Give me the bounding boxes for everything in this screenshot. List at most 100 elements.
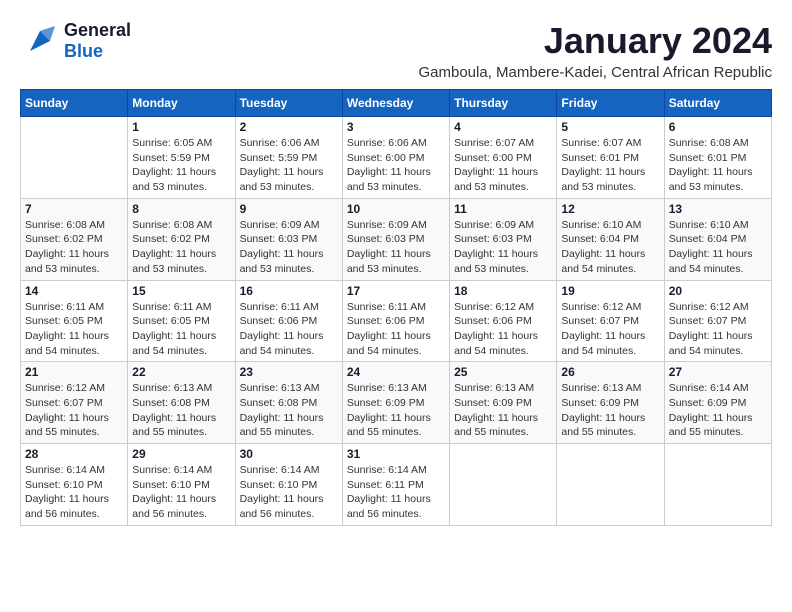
logo-text-general: General bbox=[64, 20, 131, 41]
calendar-cell: 25 Sunrise: 6:13 AMSunset: 6:09 PMDayligh… bbox=[450, 362, 557, 444]
day-info: Sunrise: 6:12 AMSunset: 6:06 PMDaylight:… bbox=[454, 300, 552, 359]
day-number: 30 bbox=[240, 447, 338, 461]
calendar-cell: 26 Sunrise: 6:13 AMSunset: 6:09 PMDayligh… bbox=[557, 362, 664, 444]
calendar-cell: 27 Sunrise: 6:14 AMSunset: 6:09 PMDayligh… bbox=[664, 362, 771, 444]
day-info: Sunrise: 6:11 AMSunset: 6:06 PMDaylight:… bbox=[240, 300, 338, 359]
calendar-cell: 11Sunrise: 6:09 AMSunset: 6:03 PMDayligh… bbox=[450, 198, 557, 280]
calendar-cell: 4 Sunrise: 6:07 AMSunset: 6:00 PMDaylight… bbox=[450, 117, 557, 199]
day-info: Sunrise: 6:14 AMSunset: 6:09 PMDaylight:… bbox=[669, 381, 767, 440]
day-number: 21 bbox=[25, 365, 123, 379]
day-header-tuesday: Tuesday bbox=[235, 90, 342, 117]
calendar-cell: 21 Sunrise: 6:12 AMSunset: 6:07 PMDayligh… bbox=[21, 362, 128, 444]
calendar-week-row: 21 Sunrise: 6:12 AMSunset: 6:07 PMDayligh… bbox=[21, 362, 772, 444]
calendar-cell: 9Sunrise: 6:09 AMSunset: 6:03 PMDaylight… bbox=[235, 198, 342, 280]
day-info: Sunrise: 6:13 AMSunset: 6:08 PMDaylight:… bbox=[240, 381, 338, 440]
calendar-cell bbox=[21, 117, 128, 199]
day-info: Sunrise: 6:05 AMSunset: 5:59 PMDaylight:… bbox=[132, 136, 230, 195]
day-info: Sunrise: 6:14 AMSunset: 6:11 PMDaylight:… bbox=[347, 463, 445, 522]
day-info: Sunrise: 6:07 AMSunset: 6:00 PMDaylight:… bbox=[454, 136, 552, 195]
calendar-cell: 24Sunrise: 6:13 AMSunset: 6:09 PMDayligh… bbox=[342, 362, 449, 444]
calendar-cell: 6 Sunrise: 6:08 AMSunset: 6:01 PMDaylight… bbox=[664, 117, 771, 199]
day-info: Sunrise: 6:11 AMSunset: 6:05 PMDaylight:… bbox=[132, 300, 230, 359]
calendar-cell: 5Sunrise: 6:07 AMSunset: 6:01 PMDaylight… bbox=[557, 117, 664, 199]
day-number: 27 bbox=[669, 365, 767, 379]
day-info: Sunrise: 6:13 AMSunset: 6:08 PMDaylight:… bbox=[132, 381, 230, 440]
calendar-body: 1 Sunrise: 6:05 AMSunset: 5:59 PMDaylight… bbox=[21, 117, 772, 526]
day-number: 12 bbox=[561, 202, 659, 216]
calendar-cell: 10 Sunrise: 6:09 AMSunset: 6:03 PMDayligh… bbox=[342, 198, 449, 280]
day-number: 24 bbox=[347, 365, 445, 379]
day-info: Sunrise: 6:10 AMSunset: 6:04 PMDaylight:… bbox=[561, 218, 659, 277]
calendar-cell: 19 Sunrise: 6:12 AMSunset: 6:07 PMDayligh… bbox=[557, 280, 664, 362]
day-number: 28 bbox=[25, 447, 123, 461]
day-info: Sunrise: 6:10 AMSunset: 6:04 PMDaylight:… bbox=[669, 218, 767, 277]
day-number: 19 bbox=[561, 284, 659, 298]
day-number: 20 bbox=[669, 284, 767, 298]
day-info: Sunrise: 6:12 AMSunset: 6:07 PMDaylight:… bbox=[561, 300, 659, 359]
day-info: Sunrise: 6:08 AMSunset: 6:02 PMDaylight:… bbox=[132, 218, 230, 277]
calendar-week-row: 7 Sunrise: 6:08 AMSunset: 6:02 PMDaylight… bbox=[21, 198, 772, 280]
logo: General Blue bbox=[20, 20, 131, 62]
calendar-cell: 29 Sunrise: 6:14 AMSunset: 6:10 PMDayligh… bbox=[128, 444, 235, 526]
day-number: 26 bbox=[561, 365, 659, 379]
logo-bird-icon bbox=[20, 21, 60, 61]
day-number: 11 bbox=[454, 202, 552, 216]
day-number: 7 bbox=[25, 202, 123, 216]
calendar-cell: 18Sunrise: 6:12 AMSunset: 6:06 PMDayligh… bbox=[450, 280, 557, 362]
day-number: 3 bbox=[347, 120, 445, 134]
day-info: Sunrise: 6:14 AMSunset: 6:10 PMDaylight:… bbox=[25, 463, 123, 522]
calendar-cell bbox=[664, 444, 771, 526]
day-number: 16 bbox=[240, 284, 338, 298]
day-number: 22 bbox=[132, 365, 230, 379]
day-number: 5 bbox=[561, 120, 659, 134]
day-number: 1 bbox=[132, 120, 230, 134]
day-number: 13 bbox=[669, 202, 767, 216]
logo-text-blue: Blue bbox=[64, 41, 131, 62]
day-info: Sunrise: 6:12 AMSunset: 6:07 PMDaylight:… bbox=[25, 381, 123, 440]
calendar-cell: 30Sunrise: 6:14 AMSunset: 6:10 PMDayligh… bbox=[235, 444, 342, 526]
day-info: Sunrise: 6:13 AMSunset: 6:09 PMDaylight:… bbox=[454, 381, 552, 440]
calendar-cell: 16 Sunrise: 6:11 AMSunset: 6:06 PMDayligh… bbox=[235, 280, 342, 362]
day-info: Sunrise: 6:13 AMSunset: 6:09 PMDaylight:… bbox=[561, 381, 659, 440]
day-number: 4 bbox=[454, 120, 552, 134]
calendar-cell bbox=[557, 444, 664, 526]
day-header-monday: Monday bbox=[128, 90, 235, 117]
day-number: 9 bbox=[240, 202, 338, 216]
day-header-saturday: Saturday bbox=[664, 90, 771, 117]
calendar-week-row: 1 Sunrise: 6:05 AMSunset: 5:59 PMDaylight… bbox=[21, 117, 772, 199]
day-info: Sunrise: 6:11 AMSunset: 6:06 PMDaylight:… bbox=[347, 300, 445, 359]
day-header-thursday: Thursday bbox=[450, 90, 557, 117]
calendar-cell bbox=[450, 444, 557, 526]
calendar-cell: 14 Sunrise: 6:11 AMSunset: 6:05 PMDayligh… bbox=[21, 280, 128, 362]
calendar-cell: 28 Sunrise: 6:14 AMSunset: 6:10 PMDayligh… bbox=[21, 444, 128, 526]
calendar-cell: 15 Sunrise: 6:11 AMSunset: 6:05 PMDayligh… bbox=[128, 280, 235, 362]
day-info: Sunrise: 6:11 AMSunset: 6:05 PMDaylight:… bbox=[25, 300, 123, 359]
day-info: Sunrise: 6:12 AMSunset: 6:07 PMDaylight:… bbox=[669, 300, 767, 359]
calendar-cell: 1 Sunrise: 6:05 AMSunset: 5:59 PMDaylight… bbox=[128, 117, 235, 199]
calendar-cell: 2Sunrise: 6:06 AMSunset: 5:59 PMDaylight… bbox=[235, 117, 342, 199]
calendar-cell: 8 Sunrise: 6:08 AMSunset: 6:02 PMDaylight… bbox=[128, 198, 235, 280]
day-header-sunday: Sunday bbox=[21, 90, 128, 117]
day-number: 14 bbox=[25, 284, 123, 298]
day-number: 10 bbox=[347, 202, 445, 216]
day-number: 15 bbox=[132, 284, 230, 298]
day-info: Sunrise: 6:09 AMSunset: 6:03 PMDaylight:… bbox=[347, 218, 445, 277]
calendar-cell: 12 Sunrise: 6:10 AMSunset: 6:04 PMDayligh… bbox=[557, 198, 664, 280]
day-number: 6 bbox=[669, 120, 767, 134]
day-number: 29 bbox=[132, 447, 230, 461]
day-number: 25 bbox=[454, 365, 552, 379]
day-header-wednesday: Wednesday bbox=[342, 90, 449, 117]
header: General Blue January 2024 Gamboula, Mamb… bbox=[20, 20, 772, 81]
day-number: 23 bbox=[240, 365, 338, 379]
calendar-cell: 22 Sunrise: 6:13 AMSunset: 6:08 PMDayligh… bbox=[128, 362, 235, 444]
calendar-table: SundayMondayTuesdayWednesdayThursdayFrid… bbox=[20, 89, 772, 526]
day-info: Sunrise: 6:08 AMSunset: 6:01 PMDaylight:… bbox=[669, 136, 767, 195]
calendar-subtitle: Gamboula, Mambere-Kadei, Central African… bbox=[418, 64, 772, 81]
day-info: Sunrise: 6:14 AMSunset: 6:10 PMDaylight:… bbox=[132, 463, 230, 522]
day-number: 2 bbox=[240, 120, 338, 134]
day-number: 8 bbox=[132, 202, 230, 216]
title-area: January 2024 Gamboula, Mambere-Kadei, Ce… bbox=[418, 20, 772, 81]
calendar-cell: 3Sunrise: 6:06 AMSunset: 6:00 PMDaylight… bbox=[342, 117, 449, 199]
calendar-cell: 31Sunrise: 6:14 AMSunset: 6:11 PMDayligh… bbox=[342, 444, 449, 526]
day-header-friday: Friday bbox=[557, 90, 664, 117]
